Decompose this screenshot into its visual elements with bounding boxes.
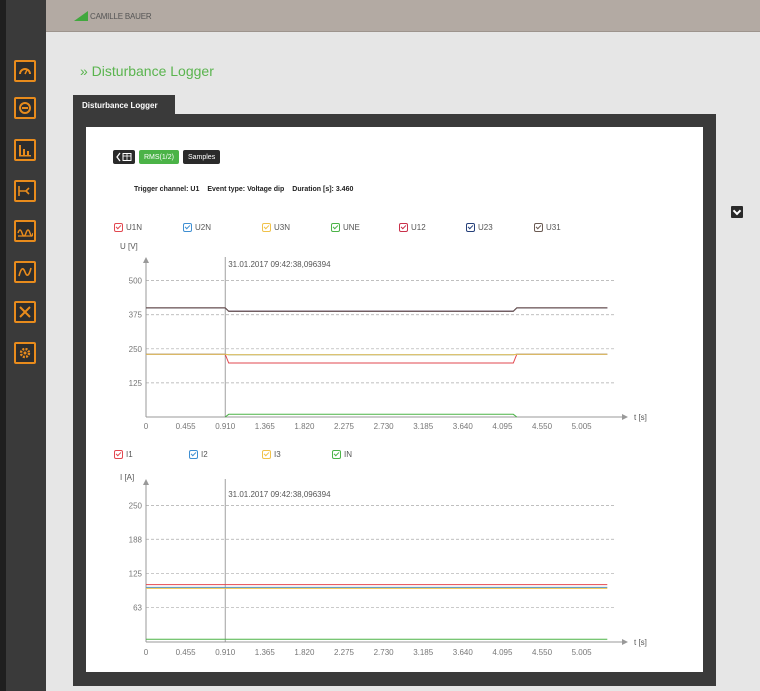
y-tick-label: 500 (129, 277, 143, 286)
x-tick-label: 3.185 (413, 422, 434, 431)
y-axis-arrow (143, 479, 149, 485)
x-tick-label: 0.910 (215, 422, 236, 431)
settings-icon[interactable] (14, 342, 36, 364)
x-tick-label: 1.365 (255, 648, 276, 657)
y-axis-arrow (143, 257, 149, 263)
page-title: » Disturbance Logger (80, 63, 214, 79)
x-tick-label: 4.550 (532, 648, 553, 657)
y-axis-label: U [V] (120, 242, 138, 251)
x-axis-arrow (622, 639, 628, 645)
y-tick-label: 125 (129, 570, 143, 579)
bar-chart-icon[interactable] (14, 139, 36, 161)
charts-area: U [V] 125 250 375 500 t [s] 0 0.455 0.910 1.365 1.… (120, 242, 647, 657)
y-tick-label: 63 (133, 604, 142, 613)
x-tick-label: 4.095 (492, 422, 513, 431)
x-tick-label: 2.275 (334, 422, 355, 431)
x-tick-label: 1.365 (255, 422, 276, 431)
x-tick-label: 0 (144, 648, 149, 657)
x-tick-label: 5.005 (572, 422, 593, 431)
trigger-timestamp: 31.01.2017 09:42:38,096394 (228, 490, 331, 499)
x-tick-label: 0.910 (215, 648, 236, 657)
x-axis-label: t [s] (634, 638, 647, 647)
tools-icon[interactable] (14, 301, 36, 323)
x-axis-label: t [s] (634, 413, 647, 422)
x-tick-label: 3.185 (413, 648, 434, 657)
meter-icon[interactable] (14, 97, 36, 119)
series-line-u3n (146, 353, 608, 356)
harmonics-icon[interactable] (14, 220, 36, 242)
x-tick-label: 0.455 (176, 648, 197, 657)
sidebar (0, 0, 46, 691)
y-tick-label: 375 (129, 311, 143, 320)
x-tick-label: 1.820 (294, 422, 315, 431)
x-tick-label: 4.095 (492, 648, 513, 657)
x-tick-label: 0 (144, 422, 149, 431)
flow-icon[interactable] (14, 180, 36, 202)
y-tick-label: 188 (129, 535, 143, 544)
x-axis-arrow (622, 414, 628, 420)
gauge-icon[interactable] (14, 60, 36, 82)
y-tick-label: 250 (129, 501, 143, 510)
y-axis-label: I [A] (120, 473, 134, 482)
brand-name: CAMILLE BAUER (90, 12, 152, 21)
x-tick-label: 1.820 (294, 648, 315, 657)
disturbance-logger-page: CAMILLE BAUER » Disturbance Logger Distu… (0, 0, 760, 691)
x-tick-label: 5.005 (572, 648, 593, 657)
download-icon[interactable] (731, 206, 743, 218)
y-tick-label: 125 (129, 379, 143, 388)
brand-logo: CAMILLE BAUER (74, 11, 152, 21)
y-tick-label: 250 (129, 345, 143, 354)
trigger-timestamp: 31.01.2017 09:42:38,096394 (228, 260, 331, 269)
waveform-icon[interactable] (14, 261, 36, 283)
x-tick-label: 2.730 (374, 648, 395, 657)
x-tick-label: 3.640 (453, 648, 474, 657)
series-line-u1n (146, 353, 608, 364)
x-tick-label: 3.640 (453, 422, 474, 431)
top-bar: CAMILLE BAUER (46, 0, 760, 32)
logo-mark-icon (74, 11, 88, 21)
tab-disturbance-logger[interactable]: Disturbance Logger (73, 95, 175, 115)
x-tick-label: 0.455 (176, 422, 197, 431)
series-line-u31 (146, 307, 608, 312)
x-tick-label: 2.730 (374, 422, 395, 431)
x-tick-label: 4.550 (532, 422, 553, 431)
x-tick-label: 2.275 (334, 648, 355, 657)
